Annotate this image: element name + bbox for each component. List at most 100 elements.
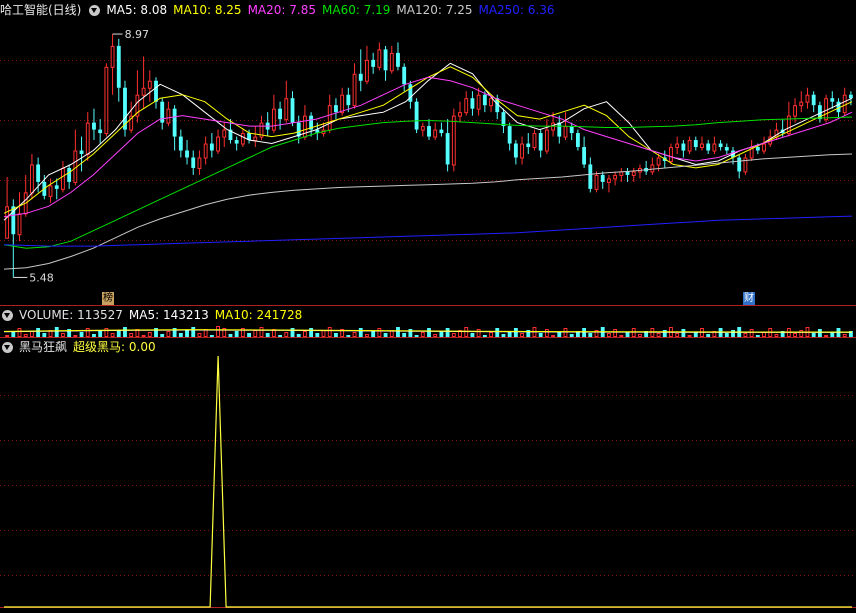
candle-up (420, 126, 425, 131)
candle-down (538, 133, 543, 151)
candle-up (631, 171, 636, 176)
volume-bar-up (656, 333, 661, 337)
volume-bar-down (346, 335, 351, 337)
volume-bar-down (123, 327, 127, 337)
candle-down (724, 147, 729, 151)
volume-bar-up (321, 330, 326, 337)
candle-up (520, 143, 524, 159)
volume-bar-up (365, 334, 369, 337)
candle-down (154, 80, 158, 102)
volume-bar-up (420, 332, 425, 337)
candle-down (737, 157, 742, 172)
candle-up (240, 133, 245, 145)
high-price-label: 8.97 (125, 28, 150, 41)
candle-up (433, 129, 438, 138)
volume-bar-down (811, 333, 816, 337)
volume-bar-up (842, 334, 847, 337)
candle-down (470, 98, 475, 109)
ma-line-ma120 (3, 153, 853, 270)
candle-up (147, 80, 152, 89)
volume-bar-up (23, 334, 28, 337)
candle-down (575, 133, 580, 148)
volume-bar-up (749, 329, 754, 337)
volume-bar-down (662, 330, 667, 337)
candle-up (799, 101, 804, 107)
candle-up (203, 143, 208, 159)
volume-bar-down (414, 335, 419, 337)
volume-bar-down (278, 335, 283, 337)
volume-bar-down (371, 331, 376, 337)
candle-up (85, 122, 90, 156)
volume-bar-down (309, 328, 314, 337)
candle-up (29, 164, 34, 194)
volume-bar-down (185, 330, 189, 337)
volume-bar-down (501, 334, 506, 337)
candle-up (377, 49, 382, 68)
candle-up (762, 143, 766, 152)
candle-up (613, 174, 618, 180)
candle-up (352, 73, 357, 107)
low-price-label: 5.48 (29, 271, 54, 284)
candle-down (278, 108, 283, 120)
volume-bar-up (377, 328, 382, 337)
volume-bar-down (296, 334, 301, 337)
candle-down (582, 147, 587, 165)
volume-bar-up (762, 332, 766, 337)
volume-bar-up (284, 332, 289, 337)
volume-bar-up (141, 335, 146, 337)
volume-bar-down (191, 327, 196, 337)
volume-bar-up (29, 331, 34, 337)
volume-bar-down (98, 331, 103, 337)
chart-canvas[interactable]: 8.97 5.48 (0, 0, 856, 613)
volume-bar-down (209, 335, 214, 337)
candle-up (675, 143, 680, 149)
candle-up (687, 140, 692, 152)
volume-bar-up (638, 334, 642, 337)
volume-bar-down (557, 332, 562, 337)
volume-bar-down (439, 331, 444, 337)
candle-up (197, 157, 202, 169)
candle-up (842, 94, 847, 114)
volume-bar-up (253, 330, 258, 337)
candle-down (557, 122, 562, 137)
candle-down (439, 129, 444, 134)
volume-bar-up (73, 335, 78, 337)
volume-bar-down (54, 327, 59, 337)
volume-bar-up (17, 328, 22, 337)
candle-down (402, 66, 407, 85)
ma-line-ma5 (3, 62, 853, 221)
volume-bar-down (178, 333, 183, 337)
volume-bar-up (476, 329, 481, 337)
candle-down (371, 59, 376, 67)
volume-bar-up (451, 333, 456, 337)
volume-bar-down (470, 333, 475, 337)
volume-bar-up (216, 326, 220, 337)
volume-bar-down (36, 328, 41, 337)
candle-down (92, 122, 96, 130)
volume-bar-down (817, 329, 822, 337)
volume-bar-down (79, 332, 84, 337)
candle-up (563, 126, 568, 138)
candle-down (755, 147, 760, 151)
volume-bar-down (228, 334, 233, 337)
volume-bar-down (265, 333, 270, 337)
ma-line-ma20 (3, 76, 853, 218)
volume-bar-down (445, 328, 450, 337)
tag-cai[interactable]: 财 (743, 292, 755, 305)
candle-up (141, 87, 146, 96)
volume-bar-up (5, 335, 10, 337)
candle-down (346, 94, 351, 106)
volume-bar-down (513, 328, 518, 337)
volume-bar-down (427, 328, 431, 337)
candle-down (507, 126, 512, 144)
candle-down (396, 52, 400, 67)
candle-down (445, 133, 450, 165)
candle-up (656, 157, 661, 166)
volume-bar-down (706, 334, 711, 337)
volume-bar-up (166, 331, 171, 337)
candle-down (79, 150, 84, 154)
candle-down (526, 143, 531, 148)
tag-bang[interactable]: 榜 (102, 292, 114, 305)
candle-up (805, 94, 810, 103)
candle-up (669, 147, 673, 162)
